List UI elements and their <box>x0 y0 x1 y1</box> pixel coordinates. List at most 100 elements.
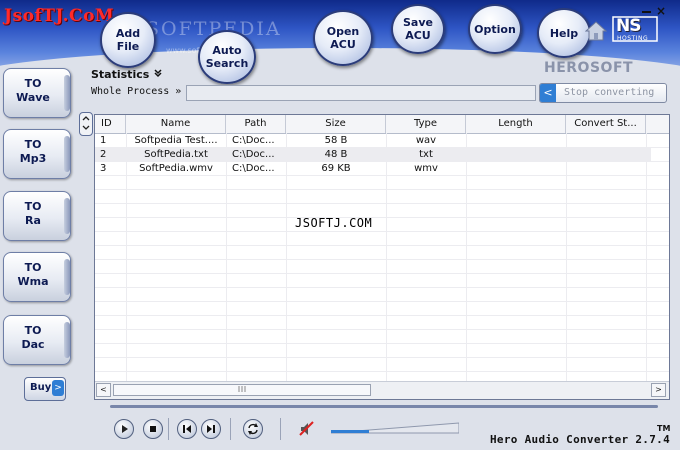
help-button[interactable]: Help <box>537 8 591 58</box>
column-header-spacer <box>646 115 669 133</box>
option-button[interactable]: Option <box>468 4 522 54</box>
grid-line <box>95 343 669 344</box>
grid-line <box>95 357 669 358</box>
column-header-size[interactable]: Size <box>286 115 386 133</box>
to-wma-button[interactable]: TO Wma <box>3 252 71 302</box>
to-dac-button[interactable]: TO Dac <box>3 315 71 365</box>
table-row[interactable]: 3 SoftPedia.wmv C:\Doc... 69 KB wmv <box>95 162 651 176</box>
to-wave-button[interactable]: TO Wave <box>3 68 71 118</box>
whole-process-label: Whole Process » <box>91 86 182 97</box>
to-ra-button[interactable]: TO Ra <box>3 191 71 241</box>
cell-name: SoftPedia.wmv <box>139 163 213 174</box>
grid-line <box>95 287 669 288</box>
jsoftj-overlay-text: JSOFTJ.COM <box>295 216 373 230</box>
cell-id: 1 <box>100 135 107 146</box>
close-icon[interactable]: × <box>656 4 666 18</box>
buy-label: Buy <box>30 382 52 393</box>
cell-size: 69 KB <box>321 163 351 174</box>
grid-line <box>95 329 669 330</box>
minimize-icon[interactable] <box>642 6 652 14</box>
column-header-id[interactable]: ID <box>95 115 126 133</box>
grid-line <box>95 189 669 190</box>
add-file-button[interactable]: Add File <box>100 12 156 68</box>
ns-hosting-logo: NS HOSTING <box>612 16 658 42</box>
skip-forward-icon <box>207 425 215 433</box>
file-table[interactable]: ID Name Path Size Type Length Convert St… <box>94 114 670 400</box>
statistics-label: Statistics <box>91 68 150 81</box>
stop-icon <box>150 426 156 432</box>
play-icon <box>122 425 128 433</box>
volume-slider[interactable] <box>331 422 459 434</box>
cell-type: wmv <box>414 163 438 174</box>
product-name-label: Hero Audio Converter 2.7.4 <box>490 433 670 446</box>
cell-size: 48 B <box>324 149 348 160</box>
grid-line <box>95 259 669 260</box>
previous-button[interactable] <box>177 419 197 439</box>
player-separator <box>230 418 231 440</box>
cell-path: C:\Doc... <box>232 163 275 174</box>
cell-status <box>566 134 646 148</box>
statistics-chevron-icon[interactable] <box>153 68 163 81</box>
scrollbar-thumb[interactable] <box>113 384 371 396</box>
collapse-toggle-icon[interactable] <box>79 112 93 136</box>
save-acu-button[interactable]: Save ACU <box>391 4 445 54</box>
cell-size: 58 B <box>324 135 348 146</box>
player-divider <box>110 405 658 408</box>
cell-status <box>566 162 646 176</box>
cell-type: wav <box>415 135 437 146</box>
player-separator <box>168 418 169 440</box>
grid-line <box>95 371 669 372</box>
column-header-convert-status[interactable]: Convert St... <box>566 115 646 133</box>
cell-status <box>566 148 646 162</box>
cell-length <box>466 148 566 162</box>
cell-id: 3 <box>100 163 107 174</box>
table-row-selected[interactable]: 2 SoftPedia.txt C:\Doc... 48 B txt <box>95 148 651 162</box>
scroll-left-icon[interactable]: < <box>96 383 111 397</box>
grid-line <box>95 217 669 218</box>
stop-converting-button[interactable]: < Stop converting <box>539 83 667 103</box>
grid-line <box>95 203 669 204</box>
table-row[interactable]: 1 Softpedia Test.... C:\Doc... 58 B wav <box>95 134 651 148</box>
whole-process-progress-bar <box>186 85 536 101</box>
cell-length <box>466 162 566 176</box>
chevron-left-icon: < <box>540 84 556 102</box>
chevron-right-icon: > <box>52 380 64 396</box>
ns-logo-subtext: HOSTING <box>617 35 649 42</box>
table-header: ID Name Path Size Type Length Convert St… <box>95 115 669 134</box>
cell-type: txt <box>419 149 433 160</box>
horizontal-scrollbar[interactable]: < > <box>95 381 669 399</box>
grid-line <box>95 245 669 246</box>
to-mp3-button[interactable]: TO Mp3 <box>3 129 71 179</box>
column-header-length[interactable]: Length <box>466 115 566 133</box>
column-header-path[interactable]: Path <box>226 115 286 133</box>
app-window: SOFTPEDIA www.softpedia.com JsofTJ.CoM A… <box>0 0 680 450</box>
buy-button[interactable]: Buy > <box>24 377 66 401</box>
ns-logo-text: NS <box>616 16 642 36</box>
next-button[interactable] <box>201 419 221 439</box>
cell-name: Softpedia Test.... <box>134 135 218 146</box>
open-acu-button[interactable]: Open ACU <box>313 10 373 66</box>
cell-length <box>466 134 566 148</box>
grid-line <box>95 315 669 316</box>
play-button[interactable] <box>114 419 134 439</box>
auto-search-button[interactable]: Auto Search <box>198 30 256 84</box>
trademark-label: TM <box>657 424 671 433</box>
herosoft-logo: HEROSOFT <box>544 60 634 76</box>
cell-id: 2 <box>100 149 107 160</box>
grid-line <box>95 231 669 232</box>
grid-line <box>95 273 669 274</box>
stop-converting-label: Stop converting <box>564 87 655 98</box>
player-separator <box>280 418 281 440</box>
repeat-icon <box>248 423 258 435</box>
grid-line <box>95 301 669 302</box>
jsoftj-logo: JsofTJ.CoM <box>4 6 115 26</box>
column-header-type[interactable]: Type <box>386 115 466 133</box>
column-header-name[interactable]: Name <box>126 115 226 133</box>
stop-button[interactable] <box>143 419 163 439</box>
mute-button[interactable] <box>297 419 317 439</box>
scroll-right-icon[interactable]: > <box>651 383 666 397</box>
home-icon[interactable] <box>585 20 607 42</box>
cell-path: C:\Doc... <box>232 149 275 160</box>
cell-path: C:\Doc... <box>232 135 275 146</box>
repeat-button[interactable] <box>243 419 263 439</box>
